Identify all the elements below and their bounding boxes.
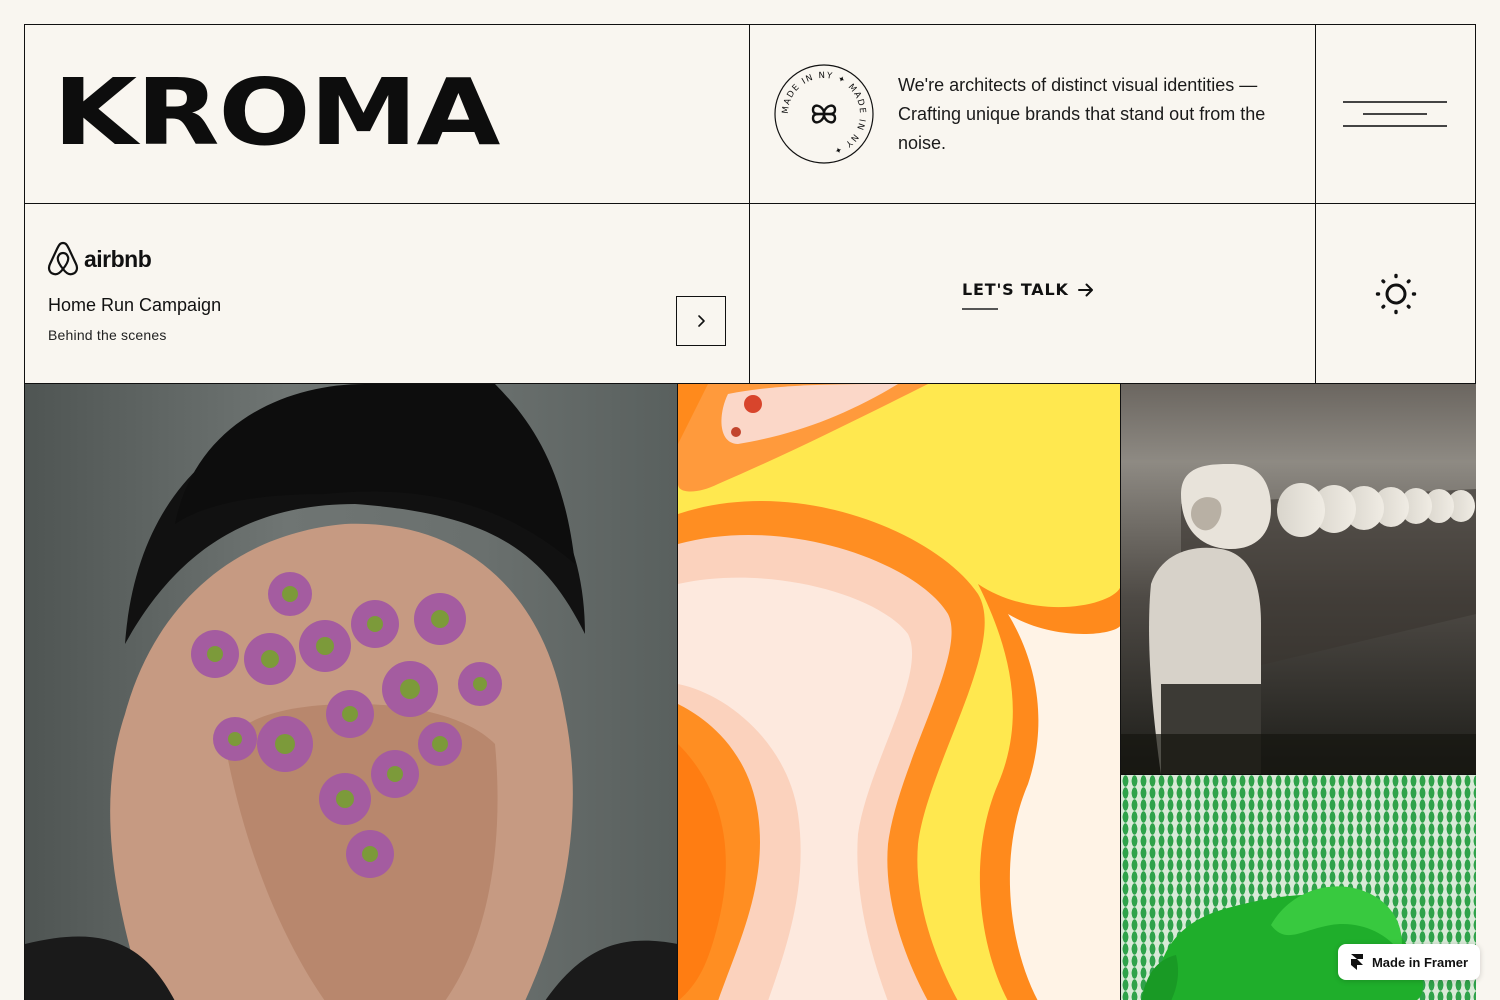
case-title: Home Run Campaign: [48, 295, 222, 315]
sun-icon[interactable]: [1375, 273, 1417, 315]
lets-talk-link[interactable]: LET'S TALK: [962, 280, 1095, 299]
arrow-right-icon: [1077, 283, 1093, 296]
case-subtitle: Behind the scenes: [48, 327, 167, 343]
about-cell: MADE IN NY ✦ MADE IN NY ✦ We're architec…: [750, 25, 1316, 204]
flowers-face-photo: [25, 384, 677, 1000]
framer-icon: [1350, 954, 1363, 970]
gallery-image-astronaut-corridor[interactable]: [1121, 384, 1476, 775]
menu-cell: [1316, 25, 1476, 204]
chevron-right-icon: [698, 315, 705, 327]
page-grid: KROMA MADE IN NY ✦ MADE IN NY ✦ We're ar…: [24, 24, 1476, 1000]
astronaut-corridor-photo: [1121, 464, 1476, 774]
kroma-wordmark[interactable]: KROMA: [53, 67, 500, 159]
menu-icon[interactable]: [1343, 101, 1449, 127]
header-logo-cell: KROMA: [25, 25, 750, 204]
about-tagline: We're architects of distinct visual iden…: [898, 75, 1266, 153]
lets-talk-underline: [962, 308, 998, 310]
theme-cell: [1316, 204, 1476, 384]
clover-icon: [811, 104, 837, 124]
client-name: airbnb: [84, 245, 152, 272]
gallery-image-fluid-marble[interactable]: [678, 384, 1121, 1000]
gallery-image-flowers-face[interactable]: [25, 384, 678, 1000]
cta-cell: LET'S TALK: [750, 204, 1316, 384]
client-logo: airbnb: [47, 241, 152, 277]
airbnb-logo-icon: [47, 241, 79, 276]
lets-talk-label: LET'S TALK: [962, 280, 1069, 299]
next-case-button[interactable]: [676, 296, 726, 346]
made-in-framer-badge[interactable]: Made in Framer: [1338, 944, 1480, 980]
made-in-ny-badge: MADE IN NY ✦ MADE IN NY ✦: [774, 64, 874, 164]
featured-case-cell: airbnb Home Run Campaign Behind the scen…: [25, 204, 750, 384]
fluid-marble-photo: [678, 384, 1120, 1000]
framer-badge-label: Made in Framer: [1371, 954, 1469, 970]
